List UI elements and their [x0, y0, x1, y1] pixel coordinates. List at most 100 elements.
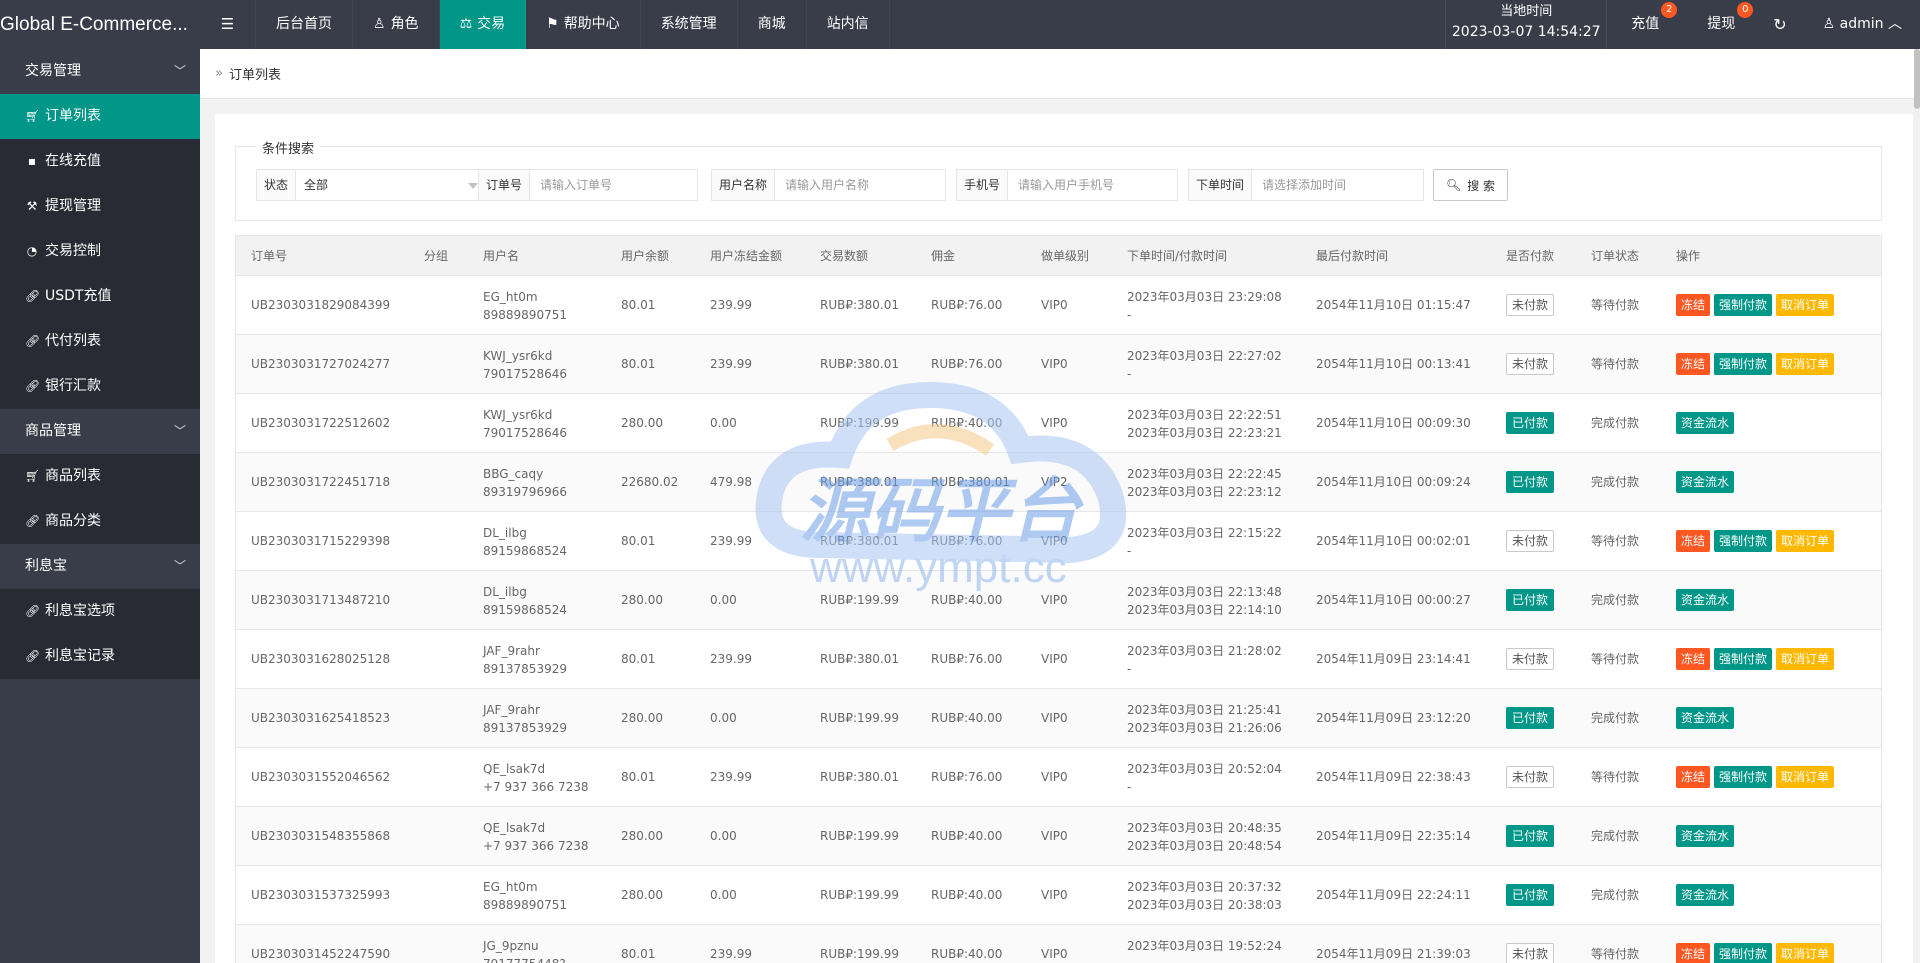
sidebar-item-label: 代付列表: [45, 333, 101, 349]
recharge-button[interactable]: 充值 2: [1607, 0, 1683, 49]
user-phone: 89889890751: [483, 898, 567, 912]
nav-system[interactable]: 系统管理: [641, 0, 738, 49]
paid-cell: 未付款: [1506, 925, 1555, 963]
clock-value: 2023-03-07 14:54:27: [1451, 23, 1601, 40]
paid-status-badge: 已付款: [1506, 589, 1555, 611]
nav-trade[interactable]: ⚖ 交易: [439, 0, 527, 49]
top-right-nav: 当地时间 2023-03-07 14:54:27 充值 2 提现 0 ↻ ♙ adm…: [1445, 0, 1920, 49]
force-pay-button[interactable]: 强制付款: [1714, 294, 1773, 316]
frozen-amount: 0.00: [710, 593, 737, 607]
force-pay-button[interactable]: 强制付款: [1714, 648, 1773, 670]
gauge-icon: ◔: [26, 244, 38, 258]
time-cell: 2023年03月03日 20:52:04 -: [1127, 760, 1282, 796]
search-button[interactable]: 🔍︎ 搜 索: [1433, 169, 1508, 201]
sidebar-item-online-recharge[interactable]: ▪ 在线充值: [0, 139, 200, 184]
breadcrumb-current[interactable]: 订单列表: [229, 64, 281, 83]
sidebar-item-withdraw[interactable]: ⚒ 提现管理: [0, 184, 200, 229]
order-input[interactable]: 请输入订单号: [530, 170, 697, 200]
fund-flow-button[interactable]: 资金流水: [1676, 707, 1735, 729]
sidebar-item-bank-transfer[interactable]: 🔗︎ 银行汇款: [0, 364, 200, 409]
sidebar-item-interest-options[interactable]: 🔗︎ 利息宝选项: [0, 589, 200, 634]
sidebar-item-payout[interactable]: 🔗︎ 代付列表: [0, 319, 200, 364]
paid-status-badge: 已付款: [1506, 825, 1555, 847]
cancel-order-button[interactable]: 取消订单: [1776, 943, 1835, 963]
nav-home[interactable]: 后台首页: [256, 0, 353, 49]
user-input[interactable]: 请输入用户名称: [775, 170, 945, 200]
menu-toggle-button[interactable]: ☰: [200, 0, 256, 49]
order-status: 完成付款: [1591, 593, 1640, 607]
sidebar-item-order-list[interactable]: 🛒︎ 订单列表: [0, 94, 200, 139]
sidebar-item-trade-control[interactable]: ◔ 交易控制: [0, 229, 200, 274]
scrollbar-thumb[interactable]: [1914, 49, 1920, 109]
paid-cell: 已付款: [1506, 453, 1555, 512]
username: EG_ht0m: [483, 290, 538, 304]
nav-help[interactable]: ⚑ 帮助中心: [526, 0, 641, 49]
nav-mall[interactable]: 商城: [738, 0, 807, 49]
page-scrollbar[interactable]: [1914, 49, 1920, 963]
admin-menu[interactable]: ♙ admin ︿: [1801, 0, 1920, 49]
fund-flow-button[interactable]: 资金流水: [1676, 412, 1735, 434]
order-time: 2023年03月03日 23:29:08: [1127, 290, 1282, 304]
withdraw-button[interactable]: 提现 0: [1683, 0, 1759, 49]
time-label: 下单时间: [1189, 170, 1253, 200]
trade-amount: RUB₽:199.99: [820, 416, 900, 430]
app-logo-title[interactable]: Global E-Commerce...: [0, 0, 200, 49]
order-status: 完成付款: [1591, 888, 1640, 902]
sidebar-group-trade[interactable]: 交易管理 ﹀: [0, 49, 200, 94]
user-balance: 22680.02: [621, 475, 679, 489]
sidebar-item-goods-list[interactable]: 🛒︎ 商品列表: [0, 454, 200, 499]
search-icon: 🔍︎: [1445, 178, 1462, 192]
time-input[interactable]: 请选择添加时间: [1252, 170, 1423, 200]
sidebar-group-goods[interactable]: 商品管理 ﹀: [0, 409, 200, 454]
sidebar-item-usdt[interactable]: 🔗︎ USDT充值: [0, 274, 200, 319]
freeze-button[interactable]: 冻结: [1676, 530, 1711, 552]
last-pay-time: 2054年11月09日 23:14:41: [1316, 652, 1471, 666]
nav-messages[interactable]: 站内信: [807, 0, 890, 49]
force-pay-button[interactable]: 强制付款: [1714, 943, 1773, 963]
order-level: VIP0: [1041, 888, 1068, 902]
user-balance: 280.00: [621, 416, 663, 430]
user-field[interactable]: 用户名称 请输入用户名称: [711, 169, 946, 201]
cancel-order-button[interactable]: 取消订单: [1776, 530, 1835, 552]
order-field[interactable]: 订单号 请输入订单号: [478, 169, 698, 201]
user-phone: 89137853929: [483, 662, 567, 676]
order-id: UB2303031625418523: [251, 711, 391, 725]
cancel-order-button[interactable]: 取消订单: [1776, 648, 1835, 670]
sidebar: 交易管理 ﹀ 🛒︎ 订单列表 ▪ 在线充值 ⚒ 提现管理 ◔ 交易控制 🔗︎ USDT充值 …: [0, 49, 200, 963]
status-select-value[interactable]: 全部: [296, 170, 487, 200]
order-status: 完成付款: [1591, 711, 1640, 725]
cancel-order-button[interactable]: 取消订单: [1776, 353, 1835, 375]
order-level: VIP0: [1041, 416, 1068, 430]
fund-flow-button[interactable]: 资金流水: [1676, 589, 1735, 611]
status-value: 全部: [304, 178, 329, 192]
freeze-button[interactable]: 冻结: [1676, 766, 1711, 788]
force-pay-button[interactable]: 强制付款: [1714, 766, 1773, 788]
force-pay-button[interactable]: 强制付款: [1714, 530, 1773, 552]
time-cell: 2023年03月03日 20:48:35 2023年03月03日 20:48:54: [1127, 819, 1282, 855]
sidebar-item-interest-records[interactable]: 🔗︎ 利息宝记录: [0, 634, 200, 679]
actions-cell: 冻结 强制付款 取消订单: [1676, 276, 1838, 335]
cancel-order-button[interactable]: 取消订单: [1776, 294, 1835, 316]
sidebar-item-goods-category[interactable]: 🔗︎ 商品分类: [0, 499, 200, 544]
freeze-button[interactable]: 冻结: [1676, 648, 1711, 670]
nav-role[interactable]: ♙ 角色: [353, 0, 440, 49]
fund-flow-button[interactable]: 资金流水: [1676, 471, 1735, 493]
cancel-order-button[interactable]: 取消订单: [1776, 766, 1835, 788]
trade-amount: RUB₽:380.01: [820, 475, 900, 489]
phone-field[interactable]: 手机号 请输入用户手机号: [956, 169, 1178, 201]
status-select[interactable]: 状态 全部: [256, 169, 488, 201]
sidebar-item-label: 利息宝选项: [45, 603, 115, 619]
phone-input[interactable]: 请输入用户手机号: [1008, 170, 1177, 200]
freeze-button[interactable]: 冻结: [1676, 943, 1711, 963]
freeze-button[interactable]: 冻结: [1676, 294, 1711, 316]
refresh-button[interactable]: ↻: [1759, 0, 1800, 49]
freeze-button[interactable]: 冻结: [1676, 353, 1711, 375]
force-pay-button[interactable]: 强制付款: [1714, 353, 1773, 375]
time-field[interactable]: 下单时间 请选择添加时间: [1188, 169, 1424, 201]
fund-flow-button[interactable]: 资金流水: [1676, 884, 1735, 906]
order-id: UB2303031715229398: [251, 534, 391, 548]
actions-cell: 资金流水: [1676, 571, 1738, 630]
link-icon: 🔗︎: [25, 649, 41, 663]
fund-flow-button[interactable]: 资金流水: [1676, 825, 1735, 847]
sidebar-group-interest[interactable]: 利息宝 ﹀: [0, 544, 200, 589]
